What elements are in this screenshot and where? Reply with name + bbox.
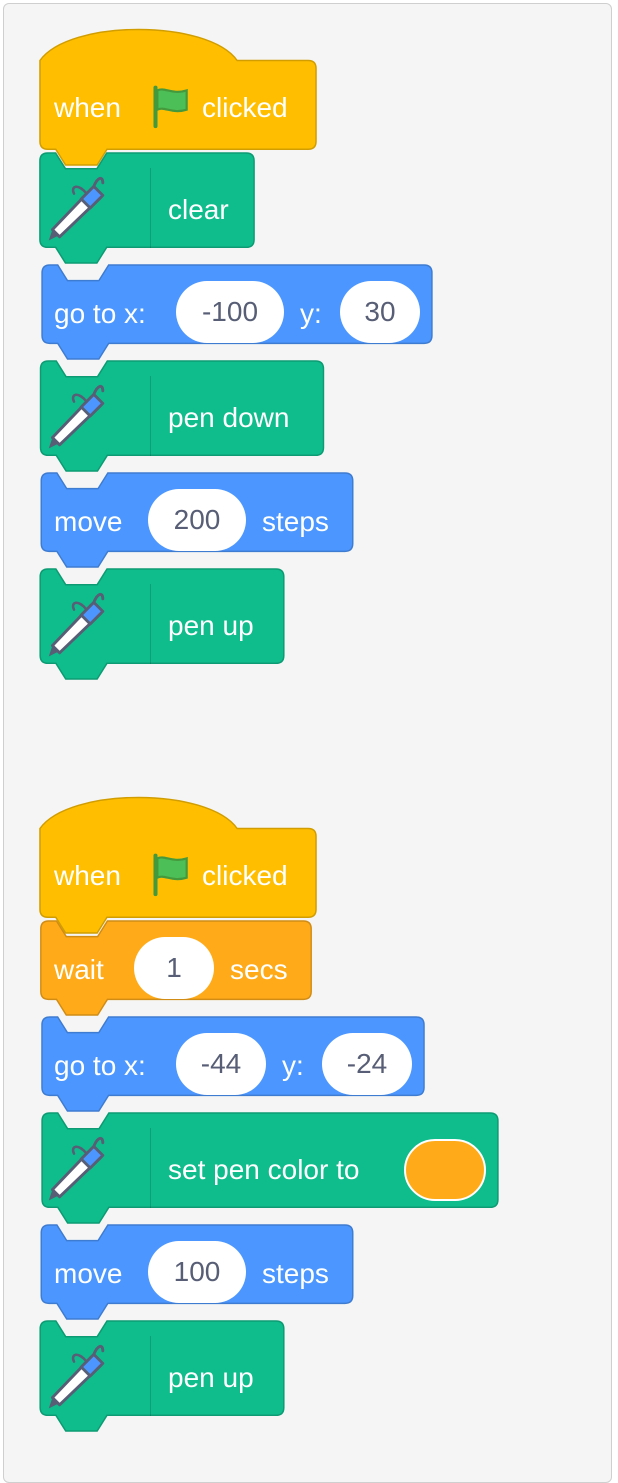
code-workspace[interactable]: when clicked clear go to x: -100 y: 30 p… (3, 3, 612, 1483)
extension-divider (150, 1128, 151, 1208)
block-label: clear (168, 194, 229, 225)
green-flag-icon (153, 853, 188, 897)
block-label: pen down (168, 402, 290, 433)
x-input[interactable]: -100 (176, 281, 284, 343)
y-input[interactable]: -24 (322, 1033, 412, 1095)
block-label: wait (54, 954, 104, 985)
block-label: steps (262, 1258, 329, 1289)
block-label: pen up (168, 1362, 254, 1393)
block-label: set pen color to (168, 1154, 360, 1185)
pen-icon (48, 1344, 105, 1409)
color-picker-swatch[interactable] (404, 1139, 486, 1201)
block-label: when (54, 92, 121, 123)
block-label: go to x: (54, 1050, 146, 1081)
steps-input[interactable]: 100 (148, 1241, 246, 1303)
y-input[interactable]: 30 (340, 281, 420, 343)
pen-icon (48, 384, 105, 449)
secs-input[interactable]: 1 (134, 937, 214, 999)
extension-divider (150, 1336, 151, 1416)
extension-divider (150, 168, 151, 248)
extension-divider (150, 584, 151, 664)
x-input[interactable]: -44 (176, 1033, 266, 1095)
steps-input[interactable]: 200 (148, 489, 246, 551)
extension-divider (150, 376, 151, 456)
block-label: secs (230, 954, 288, 985)
block-label: steps (262, 506, 329, 537)
block-label: y: (300, 298, 322, 329)
block-label: clicked (202, 92, 288, 123)
block-label: move (54, 506, 123, 537)
green-flag-icon (153, 85, 188, 129)
block-label: clicked (202, 860, 288, 891)
block-label: y: (282, 1050, 304, 1081)
block-label: go to x: (54, 298, 146, 329)
pen-icon (48, 1136, 105, 1201)
block-label: pen up (168, 610, 254, 641)
block-label: when (54, 860, 121, 891)
pen-icon (48, 592, 105, 657)
block-label: move (54, 1258, 123, 1289)
pen-icon (48, 176, 105, 241)
